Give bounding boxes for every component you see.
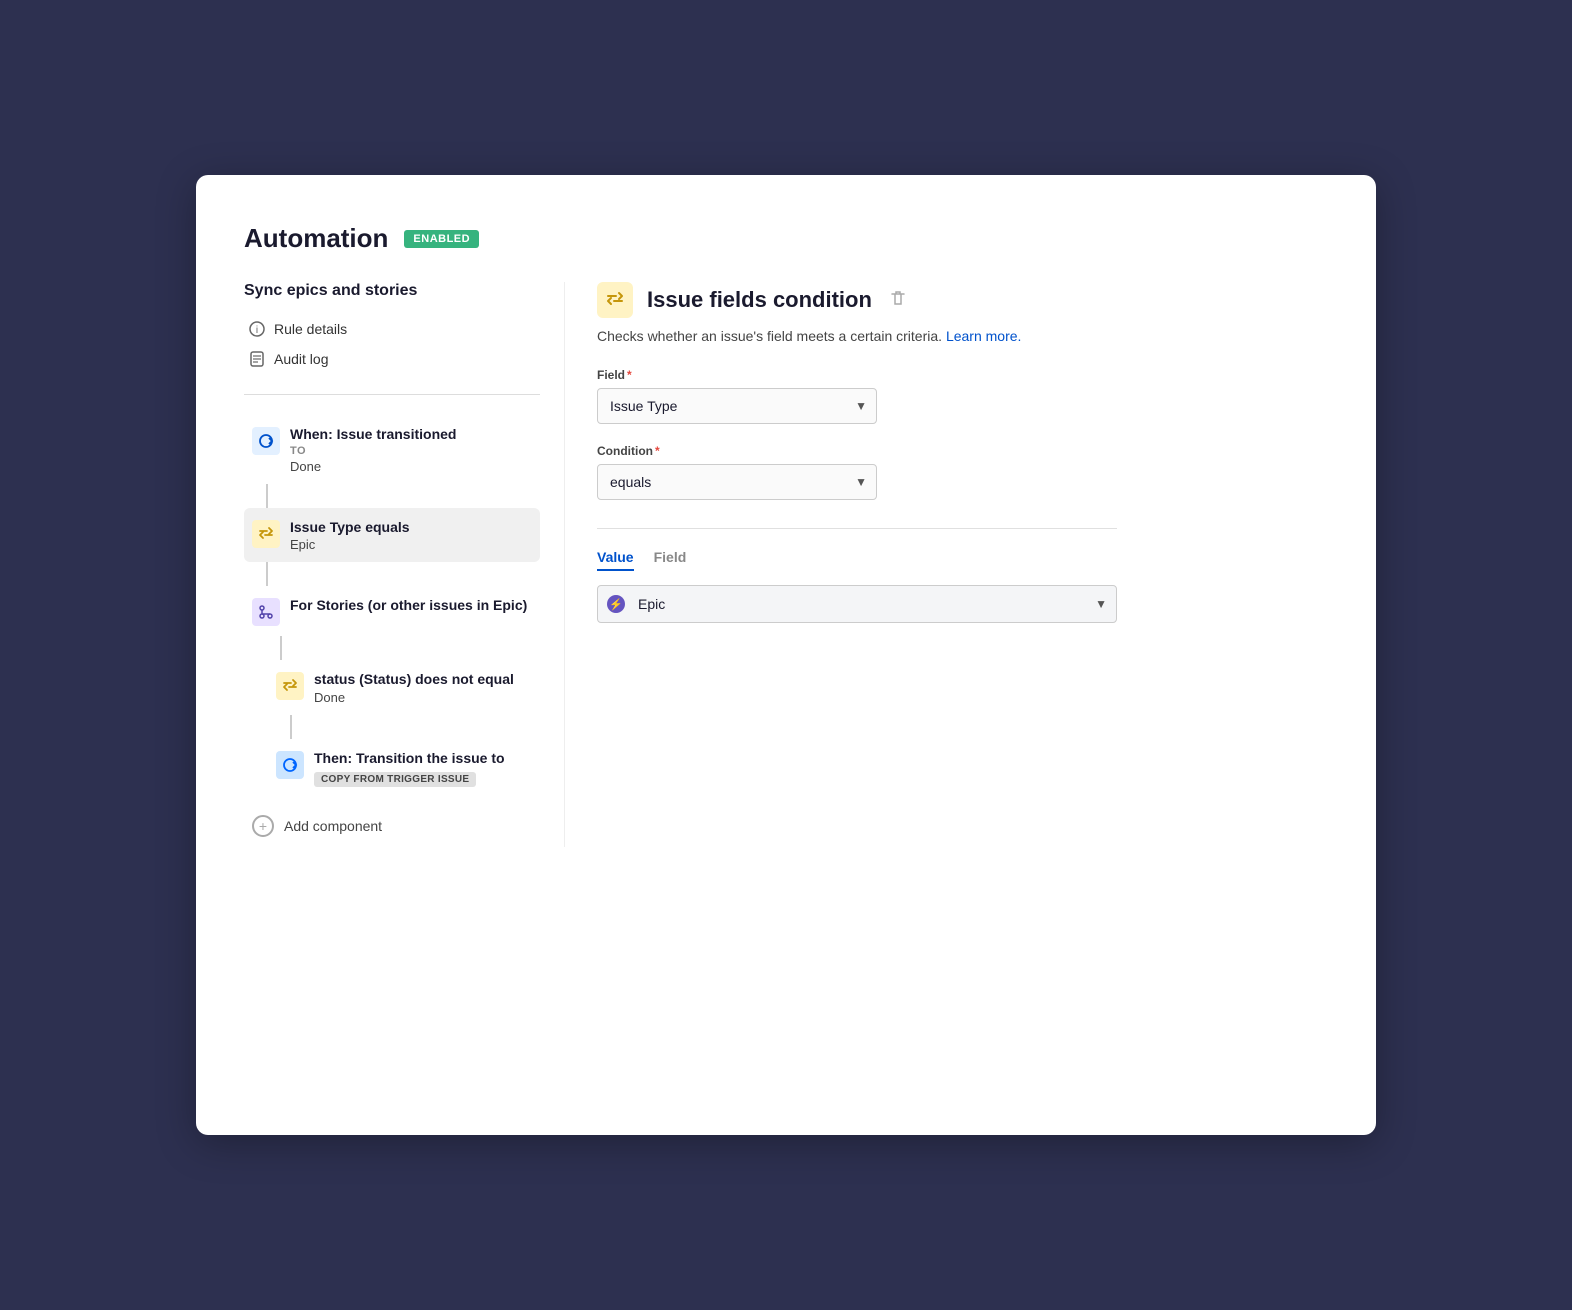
value-select-chevron-icon: ▼: [1095, 597, 1107, 611]
svg-text:i: i: [256, 325, 258, 336]
page-header: Automation ENABLED: [244, 223, 1328, 254]
field-select-wrapper: Issue Type Summary Description Priority …: [597, 388, 877, 424]
condition-label: Condition *: [597, 444, 1328, 458]
copy-badge: COPY FROM TRIGGER ISSUE: [314, 772, 476, 787]
sidebar-title: Sync epics and stories: [244, 282, 540, 300]
panel-header: Issue fields condition: [597, 282, 1328, 318]
connector-2: [266, 562, 268, 586]
tab-value[interactable]: Value: [597, 549, 634, 571]
action-text: Then: Transition the issue to COPY FROM …: [314, 749, 532, 788]
value-select-wrapper: ⚡ Epic ▼: [597, 585, 1117, 623]
epic-icon: ⚡: [607, 595, 625, 613]
field-form-group: Field * Issue Type Summary Description P…: [597, 368, 1328, 424]
sidebar-nav-rule-details[interactable]: i Rule details: [244, 314, 540, 344]
tab-field[interactable]: Field: [654, 549, 687, 571]
trigger-text: When: Issue transitioned TO Done: [290, 425, 532, 474]
flow-item-action-content[interactable]: Then: Transition the issue to COPY FROM …: [268, 739, 540, 798]
condition-form-group: Condition * equals not equals contains g…: [597, 444, 1328, 500]
flow-item-branch-content[interactable]: For Stories (or other issues in Epic): [244, 586, 540, 636]
rule-details-label: Rule details: [274, 321, 347, 337]
add-circle-icon: +: [252, 815, 274, 837]
action-label: Then: Transition the issue to: [314, 749, 532, 769]
trigger-sub: TO: [290, 445, 532, 457]
panel-description: Checks whether an issue's field meets a …: [597, 328, 1328, 344]
field-select[interactable]: Issue Type Summary Description Priority …: [597, 388, 877, 424]
branch-text: For Stories (or other issues in Epic): [290, 596, 532, 616]
branch-label: For Stories (or other issues in Epic): [290, 596, 532, 616]
add-component-label: Add component: [284, 818, 382, 834]
panel-icon: [597, 282, 633, 318]
connector-4: [290, 715, 292, 739]
condition2-icon: [276, 672, 304, 700]
value-field-tabs: Value Field: [597, 549, 1328, 571]
connector-3: [280, 636, 282, 660]
condition1-text: Issue Type equals Epic: [290, 518, 532, 553]
condition-select[interactable]: equals not equals contains greater than …: [597, 464, 877, 500]
condition2-value: Done: [314, 690, 532, 705]
field-label: Field *: [597, 368, 1328, 382]
flow-item-trigger: When: Issue transitioned TO Done: [244, 415, 540, 508]
enabled-badge: ENABLED: [404, 230, 479, 248]
condition1-value: Epic: [290, 537, 532, 552]
action-icon: [276, 751, 304, 779]
panel-divider: [597, 528, 1117, 529]
sidebar-divider: [244, 394, 540, 395]
flow-item-condition1: Issue Type equals Epic: [244, 508, 540, 587]
flow-item-condition1-content[interactable]: Issue Type equals Epic: [244, 508, 540, 563]
add-component-button[interactable]: + Add component: [244, 805, 540, 847]
main-layout: Sync epics and stories i Rule details: [244, 282, 1328, 847]
branch-icon: [252, 598, 280, 626]
trigger-label: When: Issue transitioned: [290, 425, 532, 445]
field-required-star: *: [627, 368, 632, 382]
value-select-text: Epic: [638, 596, 665, 612]
condition2-label: status (Status) does not equal: [314, 670, 532, 690]
trigger-icon: [252, 427, 280, 455]
right-panel: Issue fields condition Checks whether an…: [564, 282, 1328, 847]
app-container: Automation ENABLED Sync epics and storie…: [196, 175, 1376, 1135]
connector-1: [266, 484, 268, 508]
condition-select-wrapper: equals not equals contains greater than …: [597, 464, 877, 500]
sidebar-nav: i Rule details Audit log: [244, 314, 540, 374]
value-select-box[interactable]: ⚡ Epic: [597, 585, 1117, 623]
flow-item-action: Then: Transition the issue to COPY FROM …: [244, 739, 540, 798]
trigger-value: Done: [290, 459, 532, 474]
page-title: Automation: [244, 223, 388, 254]
flow-item-condition2: status (Status) does not equal Done: [244, 660, 540, 739]
condition-required-star: *: [655, 444, 660, 458]
info-circle-icon: i: [248, 320, 266, 338]
learn-more-link[interactable]: Learn more.: [946, 328, 1021, 344]
delete-icon[interactable]: [890, 290, 906, 311]
condition1-icon: [252, 520, 280, 548]
flow-item-condition2-content[interactable]: status (Status) does not equal Done: [268, 660, 540, 715]
audit-log-label: Audit log: [274, 351, 328, 367]
condition1-label: Issue Type equals: [290, 518, 532, 538]
flow-item-trigger-content[interactable]: When: Issue transitioned TO Done: [244, 415, 540, 484]
condition2-text: status (Status) does not equal Done: [314, 670, 532, 705]
document-icon: [248, 350, 266, 368]
panel-title: Issue fields condition: [647, 287, 872, 313]
flow-list: When: Issue transitioned TO Done: [244, 415, 540, 847]
sidebar: Sync epics and stories i Rule details: [244, 282, 564, 847]
sidebar-nav-audit-log[interactable]: Audit log: [244, 344, 540, 374]
flow-item-branch: For Stories (or other issues in Epic): [244, 586, 540, 660]
